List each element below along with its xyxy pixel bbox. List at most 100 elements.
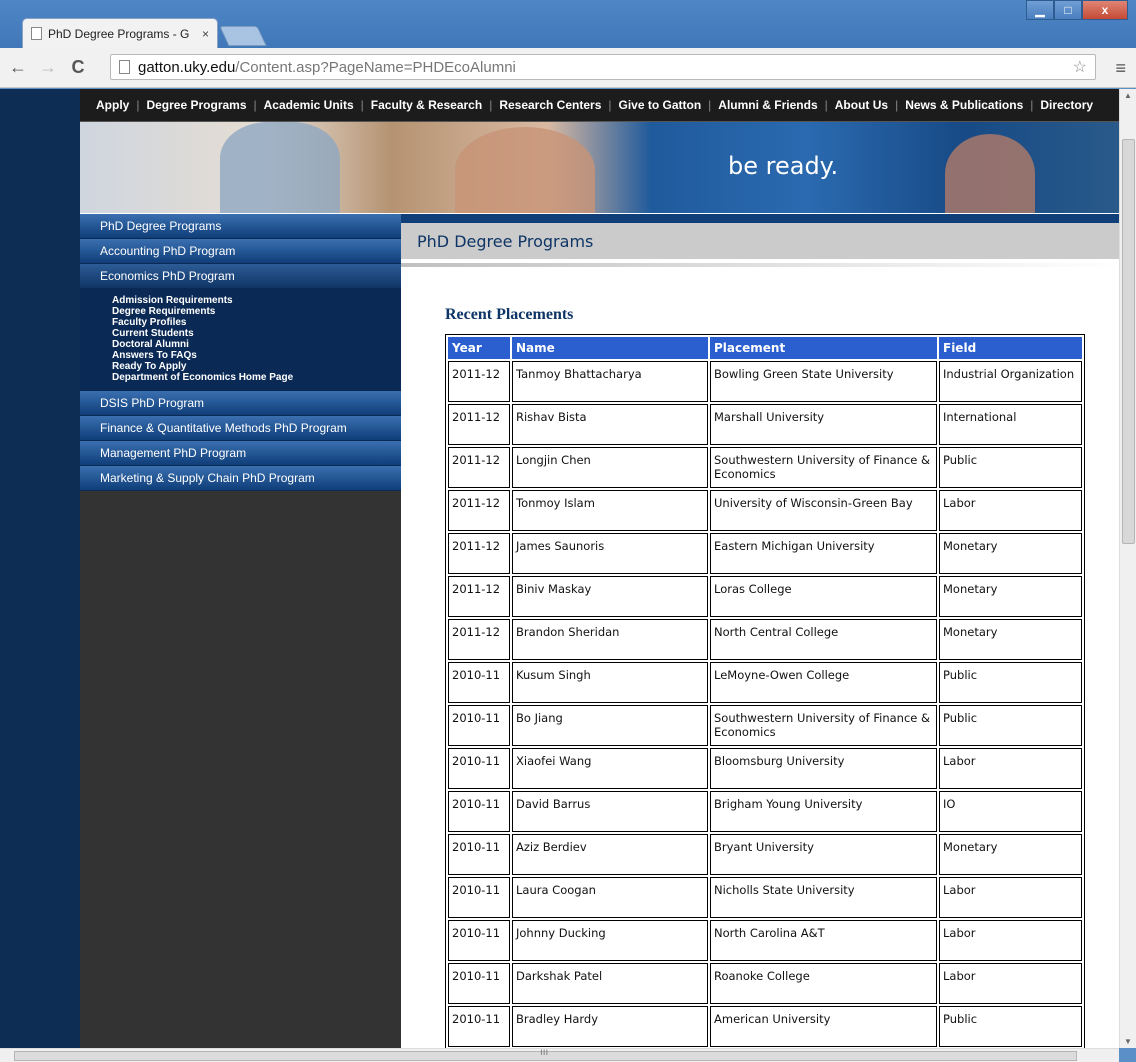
table-row: 2011-12 Brandon Sheridan North Central Col…	[448, 619, 1082, 660]
cell-placement: Brigham Young University	[710, 791, 937, 832]
cell-field: Labor	[939, 748, 1082, 789]
topnav-academic-units[interactable]: Academic Units	[264, 98, 354, 112]
cell-field: Labor	[939, 963, 1082, 1004]
address-bar[interactable]: gatton.uky.edu/Content.asp?PageName=PHDE…	[110, 54, 1096, 80]
cell-name: Aziz Berdiev	[512, 834, 708, 875]
topnav-directory[interactable]: Directory	[1040, 98, 1093, 112]
cell-name: Laura Coogan	[512, 877, 708, 918]
sidebar-item-phd-degree-programs[interactable]: PhD Degree Programs	[80, 214, 401, 239]
cell-year: 2010-11	[448, 834, 510, 875]
subnav-ready-to-apply[interactable]: Ready To Apply	[112, 361, 401, 372]
cell-name: Bo Jiang	[512, 705, 708, 746]
url-path: /Content.asp?PageName=PHDEcoAlumni	[235, 58, 516, 76]
cell-name: Xiaofei Wang	[512, 748, 708, 789]
topnav-apply[interactable]: Apply	[96, 98, 129, 112]
banner-photo-student	[220, 122, 340, 213]
cell-year: 2011-12	[448, 576, 510, 617]
forward-arrow-icon[interactable]: →	[36, 57, 60, 78]
bookmark-star-icon[interactable]: ☆	[1073, 57, 1087, 77]
horizontal-scrollbar[interactable]: ııı	[0, 1047, 1119, 1062]
column-header-field: Field	[939, 337, 1082, 359]
cell-year: 2010-11	[448, 1006, 510, 1047]
subnav-faculty-profiles[interactable]: Faculty Profiles	[112, 317, 401, 328]
back-arrow-icon[interactable]: ←	[6, 57, 30, 78]
sidebar-item-accounting[interactable]: Accounting PhD Program	[80, 239, 401, 264]
maximize-button[interactable]: □	[1054, 0, 1082, 20]
cell-name: Bradley Hardy	[512, 1006, 708, 1047]
browser-tab[interactable]: PhD Degree Programs - G ×	[22, 18, 218, 48]
cell-field: Labor	[939, 920, 1082, 961]
close-button[interactable]: x	[1082, 0, 1128, 20]
cell-year: 2011-12	[448, 619, 510, 660]
sidebar-item-management[interactable]: Management PhD Program	[80, 441, 401, 466]
main-content: PhD Degree Programs Recent Placements Ye…	[401, 214, 1119, 1048]
table-row: 2010-11 Xiaofei Wang Bloomsburg University…	[448, 748, 1082, 789]
cell-field: IO	[939, 791, 1082, 832]
cell-name: Johnny Ducking	[512, 920, 708, 961]
topnav-faculty-research[interactable]: Faculty & Research	[371, 98, 482, 112]
topnav-about-us[interactable]: About Us	[835, 98, 888, 112]
sidebar: PhD Degree Programs Accounting PhD Progr…	[80, 214, 401, 1048]
topnav-research-centers[interactable]: Research Centers	[499, 98, 601, 112]
subnav-current-students[interactable]: Current Students	[112, 328, 401, 339]
table-row: 2011-12 Tanmoy Bhattacharya Bowling Green …	[448, 361, 1082, 402]
scrollbar-thumb[interactable]	[1122, 139, 1135, 544]
tab-close-icon[interactable]: ×	[202, 27, 209, 41]
table-row: 2010-11 Bradley Hardy American University P…	[448, 1006, 1082, 1047]
cell-field: Labor	[939, 490, 1082, 531]
table-row: 2010-11 Johnny Ducking North Carolina A&T L…	[448, 920, 1082, 961]
cell-placement: Loras College	[710, 576, 937, 617]
vertical-scrollbar[interactable]: ▲ ▼	[1119, 89, 1136, 1048]
column-header-name: Name	[512, 337, 708, 359]
subnav-admission-requirements[interactable]: Admission Requirements	[112, 295, 401, 306]
column-header-placement: Placement	[710, 337, 937, 359]
content-top-bar	[401, 214, 1119, 223]
cell-field: Public	[939, 447, 1082, 488]
cell-field: Public	[939, 705, 1082, 746]
banner-photo-student	[945, 134, 1035, 213]
minimize-button[interactable]: ▁	[1026, 0, 1054, 20]
cell-placement: Nicholls State University	[710, 877, 937, 918]
column-header-year: Year	[448, 337, 510, 359]
subnav-economics-home[interactable]: Department of Economics Home Page	[112, 372, 401, 383]
menu-icon[interactable]: ≡	[1115, 58, 1126, 79]
new-tab-button[interactable]	[219, 26, 267, 46]
topnav-give-to-gatton[interactable]: Give to Gatton	[619, 98, 702, 112]
divider	[401, 263, 1119, 267]
reload-icon[interactable]: C	[66, 57, 90, 78]
cell-placement: Bowling Green State University	[710, 361, 937, 402]
subnav-doctoral-alumni[interactable]: Doctoral Alumni	[112, 339, 401, 350]
table-row: 2011-12 Tonmoy Islam University of Wiscons…	[448, 490, 1082, 531]
page-viewport: Apply | Degree Programs | Academic Units | …	[0, 89, 1119, 1048]
scroll-down-icon[interactable]: ▼	[1124, 1037, 1132, 1046]
cell-year: 2010-11	[448, 791, 510, 832]
cell-field: Public	[939, 1006, 1082, 1047]
sidebar-item-marketing[interactable]: Marketing & Supply Chain PhD Program	[80, 466, 401, 491]
cell-year: 2011-12	[448, 533, 510, 574]
browser-toolbar: ← → C gatton.uky.edu/Content.asp?PageNam…	[0, 48, 1136, 88]
cell-placement: Bryant University	[710, 834, 937, 875]
cell-placement: North Carolina A&T	[710, 920, 937, 961]
cell-name: Darkshak Patel	[512, 963, 708, 1004]
scroll-up-icon[interactable]: ▲	[1124, 91, 1132, 100]
sidebar-item-dsis[interactable]: DSIS PhD Program	[80, 391, 401, 416]
table-row: 2011-12 Biniv Maskay Loras College Monetary	[448, 576, 1082, 617]
hero-banner: be ready.	[80, 122, 1119, 213]
cell-placement: Eastern Michigan University	[710, 533, 937, 574]
topnav-news-publications[interactable]: News & Publications	[905, 98, 1023, 112]
table-row: 2010-11 Bo Jiang Southwestern University …	[448, 705, 1082, 746]
placements-table: Year Name Placement Field 2011-12 Tanmoy …	[445, 334, 1085, 1048]
top-navigation: Apply | Degree Programs | Academic Units | …	[80, 89, 1119, 122]
sidebar-item-economics[interactable]: Economics PhD Program	[80, 264, 401, 289]
topnav-alumni-friends[interactable]: Alumni & Friends	[718, 98, 817, 112]
url-host: gatton.uky.edu	[138, 58, 236, 76]
cell-placement: Bloomsburg University	[710, 748, 937, 789]
subnav-degree-requirements[interactable]: Degree Requirements	[112, 306, 401, 317]
window-titlebar: PhD Degree Programs - G × ▁ □ x	[0, 0, 1136, 48]
table-row: 2011-12 James Saunoris Eastern Michigan Un…	[448, 533, 1082, 574]
table-row: 2010-11 Laura Coogan Nicholls State Univer…	[448, 877, 1082, 918]
topnav-degree-programs[interactable]: Degree Programs	[146, 98, 246, 112]
sidebar-item-finance[interactable]: Finance & Quantitative Methods PhD Progr…	[80, 416, 401, 441]
subnav-answers-to-faqs[interactable]: Answers To FAQs	[112, 350, 401, 361]
cell-name: James Saunoris	[512, 533, 708, 574]
